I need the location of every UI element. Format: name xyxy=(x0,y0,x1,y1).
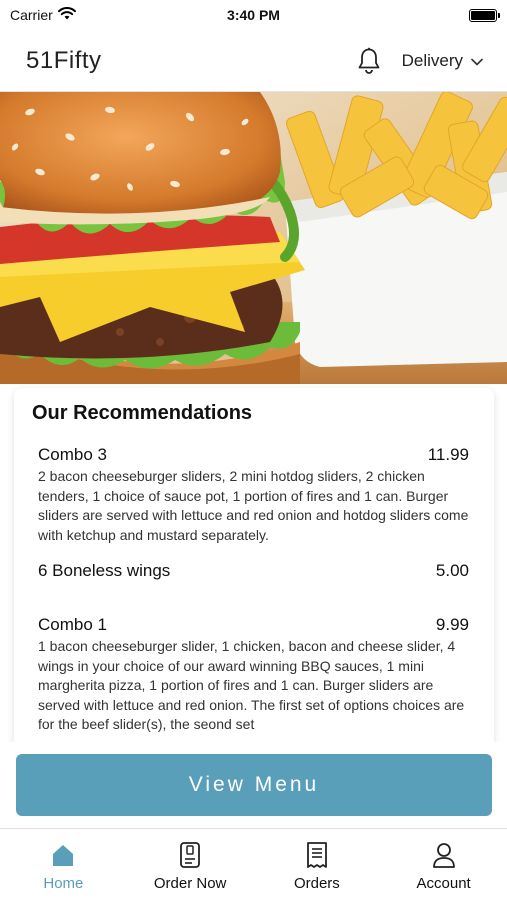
chevron-down-icon xyxy=(471,51,483,71)
wifi-icon xyxy=(57,7,76,23)
bell-icon[interactable] xyxy=(356,46,382,76)
item-price: 9.99 xyxy=(435,615,469,634)
list-item[interactable]: Combo 1 9.99 1 bacon cheeseburger slider… xyxy=(32,615,476,735)
item-name: 6 Boneless wings xyxy=(38,561,171,580)
receipt-icon xyxy=(303,841,331,869)
tab-account[interactable]: Account xyxy=(380,829,507,900)
tab-label: Orders xyxy=(293,875,340,892)
list-item[interactable]: 6 Boneless wings 5.00 xyxy=(32,561,476,581)
delivery-mode-selector[interactable]: Delivery xyxy=(402,51,483,71)
order-list-icon xyxy=(176,841,204,869)
cta-area: View Menu xyxy=(0,742,507,828)
status-bar: Carrier 3:40 PM xyxy=(0,0,507,30)
tab-orders[interactable]: Orders xyxy=(254,829,381,900)
item-description: 2 bacon cheeseburger sliders, 2 mini hot… xyxy=(38,468,469,543)
hero-image xyxy=(0,92,507,384)
view-menu-button[interactable]: View Menu xyxy=(16,754,492,816)
tab-order-now[interactable]: Order Now xyxy=(127,829,254,900)
tab-bar: Home Order Now Orders Account xyxy=(0,828,507,900)
clock: 3:40 PM xyxy=(227,7,280,23)
home-icon xyxy=(49,841,77,869)
app-header: 51Fifty Delivery xyxy=(0,30,507,92)
list-item[interactable]: Combo 3 11.99 2 bacon cheeseburger slide… xyxy=(32,445,476,545)
person-icon xyxy=(430,841,458,869)
item-description: 1 bacon cheeseburger slider, 1 chicken, … xyxy=(38,638,465,732)
item-name: Combo 1 xyxy=(38,615,107,634)
tab-label: Home xyxy=(43,875,84,892)
tab-label: Account xyxy=(416,875,471,892)
carrier-label: Carrier xyxy=(10,7,53,23)
battery-icon xyxy=(469,8,500,22)
tab-home[interactable]: Home xyxy=(0,829,127,900)
brand-title: 51Fifty xyxy=(26,46,102,74)
tab-label: Order Now xyxy=(153,875,227,892)
item-name: Combo 3 xyxy=(38,445,107,464)
item-price: 5.00 xyxy=(435,561,469,580)
carrier-group: Carrier xyxy=(10,7,76,23)
delivery-label: Delivery xyxy=(401,50,463,70)
recommendations-title: Our Recommendations xyxy=(32,402,253,424)
item-price: 11.99 xyxy=(427,445,469,464)
